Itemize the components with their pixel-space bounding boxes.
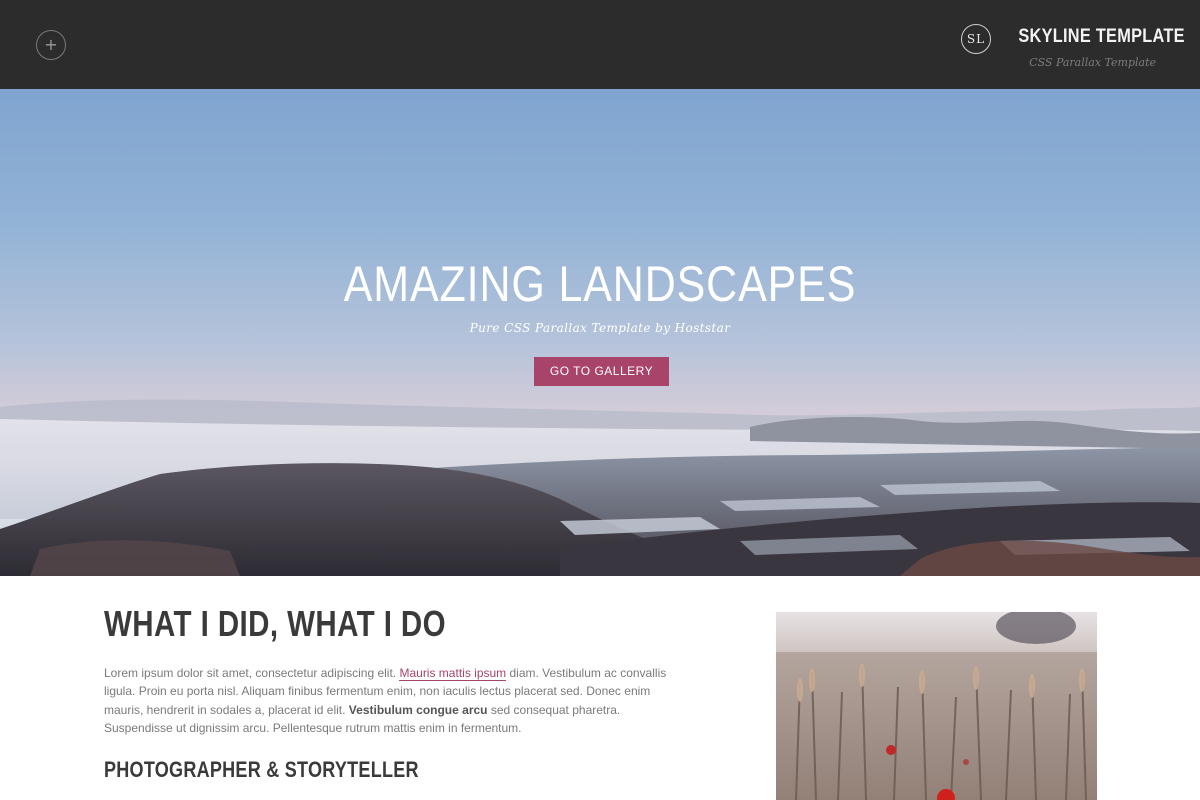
paragraph-text: Lorem ipsum dolor sit amet, consectetur … xyxy=(104,666,400,680)
hero-banner: AMAZING LANDSCAPES Pure CSS Parallax Tem… xyxy=(0,89,1200,576)
brand-title: SKYLINE TEMPLATE xyxy=(1018,26,1185,47)
plus-icon: + xyxy=(44,35,58,54)
hero-title: AMAZING LANDSCAPES xyxy=(343,256,857,312)
wheat-field-photo xyxy=(776,612,1097,800)
brand-logo[interactable]: SL SKYLINE TEMPLATE CSS Parallax Templat… xyxy=(856,24,1185,74)
section-heading: WHAT I DID, WHAT I DO xyxy=(104,603,447,644)
go-to-gallery-button[interactable]: GO TO GALLERY xyxy=(534,357,669,386)
intro-paragraph: Lorem ipsum dolor sit amet, consectetur … xyxy=(104,664,684,738)
hero-subtitle: Pure CSS Parallax Template by Hoststar xyxy=(469,321,731,335)
top-header: + SL SKYLINE TEMPLATE CSS Parallax Templ… xyxy=(0,0,1200,89)
section-subheading: PHOTOGRAPHER & STORYTELLER xyxy=(104,757,419,782)
mauris-link[interactable]: Mauris mattis ipsum xyxy=(399,666,507,681)
menu-toggle-button[interactable]: + xyxy=(36,30,66,60)
brand-subtitle: CSS Parallax Template xyxy=(1029,56,1156,69)
paragraph-bold-text: Vestibulum congue arcu xyxy=(348,702,488,717)
brand-badge: SL xyxy=(961,24,991,54)
